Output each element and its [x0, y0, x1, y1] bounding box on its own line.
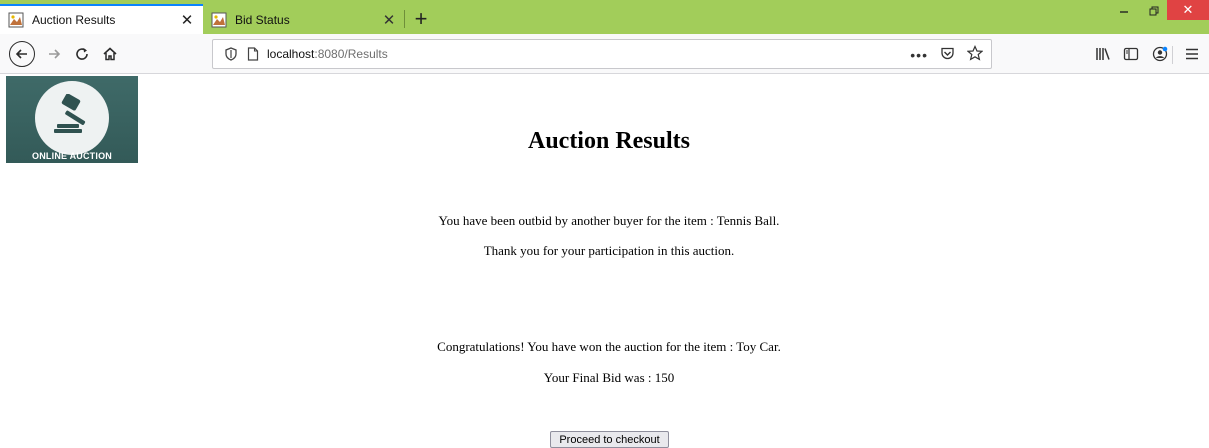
navigation-toolbar: localhost:8080/Results ••• [0, 34, 1209, 74]
library-icon[interactable] [1093, 44, 1113, 64]
tab-title: Bid Status [235, 12, 290, 27]
sidebar-icon[interactable] [1121, 44, 1141, 64]
outbid-message: You have been outbid by another buyer fo… [438, 213, 780, 228]
forward-arrow-icon[interactable] [42, 42, 66, 66]
window-close-icon[interactable]: ✕ [1167, 0, 1209, 20]
new-tab-button[interactable]: + [408, 7, 434, 31]
account-icon[interactable] [1150, 44, 1170, 64]
final-bid-message: Your Final Bid was : 150 [543, 370, 675, 385]
restore-icon[interactable] [1139, 0, 1169, 22]
reload-icon[interactable] [70, 42, 94, 66]
minimize-icon[interactable] [1109, 0, 1139, 22]
bookmark-star-icon[interactable] [966, 45, 984, 64]
tab-auction-results[interactable]: Auction Results ✕ [0, 4, 203, 34]
close-tab-icon[interactable]: ✕ [381, 12, 397, 29]
page-content: ONLINE AUCTION Auction Results You have … [0, 75, 1209, 448]
toolbar-separator [1172, 46, 1173, 64]
tab-bid-status[interactable]: Bid Status ✕ [203, 5, 405, 34]
page-title: Auction Results [527, 128, 690, 154]
back-arrow-icon[interactable] [9, 41, 35, 67]
tab-title: Auction Results [32, 13, 116, 27]
proceed-to-checkout-button[interactable]: Proceed to checkout [550, 431, 669, 448]
close-tab-icon[interactable]: ✕ [179, 12, 195, 29]
url-host: localhost [267, 47, 315, 61]
url-actions: ••• [910, 45, 984, 64]
tab-strip: Auction Results ✕ Bid Status ✕ + ✕ [0, 0, 1209, 34]
thank-you-message: Thank you for your participation in this… [483, 243, 735, 258]
page-info-icon[interactable] [245, 46, 261, 62]
pocket-icon[interactable] [940, 46, 955, 64]
url-bar[interactable]: localhost:8080/Results ••• [212, 39, 992, 69]
tab-separator [404, 10, 405, 28]
url-path: :8080/Results [314, 47, 388, 61]
page-favicon-icon [8, 12, 24, 28]
page-favicon-icon [211, 12, 227, 28]
more-actions-icon[interactable]: ••• [910, 47, 928, 63]
win-message: Congratulations! You have won the auctio… [437, 339, 781, 354]
home-icon[interactable] [98, 42, 122, 66]
shield-icon[interactable] [223, 46, 239, 62]
hamburger-menu-icon[interactable] [1182, 44, 1202, 64]
